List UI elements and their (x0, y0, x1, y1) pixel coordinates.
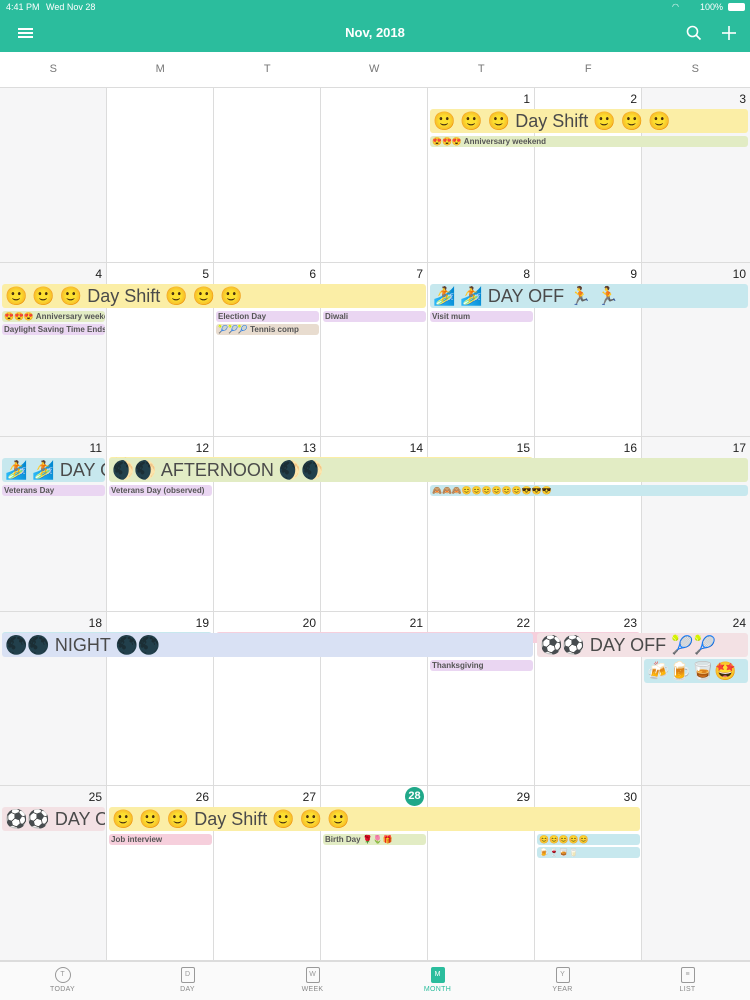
day-cell[interactable] (0, 88, 107, 263)
wifi-icon: ◠ (672, 2, 679, 11)
tab-label: MONTH (423, 986, 452, 993)
tab-label: DAY (180, 986, 195, 993)
day-number: 27 (302, 790, 316, 804)
event-bar[interactable]: 🍻🍺🥃🤩 (644, 659, 748, 683)
day-number: 8 (523, 267, 530, 281)
day-icon: D (180, 967, 195, 983)
year-icon: Y (555, 967, 570, 983)
today-icon: T (54, 967, 71, 983)
event-bar[interactable]: Birth Day 🌹🌷🎁 (323, 834, 426, 845)
day-cell[interactable] (642, 786, 750, 961)
event-bar[interactable]: Thanksgiving (430, 660, 533, 671)
status-time: 4:41 PM (6, 2, 40, 12)
weekday-label: W (369, 63, 380, 75)
event-bar[interactable]: 🎾🎾🎾 Tennis comp (216, 324, 319, 335)
today-date-badge: 28 (405, 787, 424, 806)
tab-label: WEEK (301, 986, 324, 993)
day-number: 9 (630, 267, 637, 281)
event-bar[interactable]: ⚽⚽ DAY OFF 🎾🎾 (2, 807, 105, 831)
tab-label: LIST (679, 986, 696, 993)
day-number: 24 (732, 616, 746, 630)
day-cell[interactable] (107, 88, 214, 263)
search-icon[interactable] (683, 22, 705, 44)
weekday-label: T (477, 63, 486, 75)
day-number: 18 (88, 616, 102, 630)
event-bar[interactable]: 🙈🙈🙈😊😊😊😊😊😊😎😎😎 (430, 485, 748, 496)
tab-today[interactable]: T TODAY (0, 962, 125, 1000)
tab-year[interactable]: Y YEAR (500, 962, 625, 1000)
day-number: 16 (623, 441, 637, 455)
day-number: 30 (623, 790, 637, 804)
day-number: 26 (195, 790, 209, 804)
plus-icon[interactable] (718, 22, 740, 44)
day-number: 7 (416, 267, 423, 281)
event-bar[interactable]: 😊😊😊😊😊 (537, 834, 640, 845)
nav-bar: Nov, 2018 (0, 14, 750, 52)
day-number: 29 (516, 790, 530, 804)
event-bar[interactable]: Job interview (109, 834, 212, 845)
day-number: 6 (309, 267, 316, 281)
day-number: 4 (95, 267, 102, 281)
day-cell[interactable] (214, 88, 321, 263)
tab-label: YEAR (552, 986, 573, 993)
event-bar[interactable]: ⚽⚽ DAY OFF 🎾🎾 (537, 633, 748, 657)
day-number: 20 (302, 616, 316, 630)
month-icon: M (430, 967, 445, 983)
day-number: 14 (409, 441, 423, 455)
weekday-label: F (584, 63, 593, 75)
weekday-label: M (155, 63, 166, 75)
event-bar[interactable]: 🌑🌑 NIGHT 🌑🌑 (2, 633, 533, 657)
event-bar[interactable]: 🌒🌒 AFTERNOON 🌒🌒 (109, 458, 748, 482)
day-number: 12 (195, 441, 209, 455)
day-number: 22 (516, 616, 530, 630)
tab-bar: T TODAY D DAY W WEEK M MONTH Y YEAR ≡ LIST (0, 961, 750, 1000)
week-icon: W (305, 967, 320, 983)
day-number: 3 (739, 92, 746, 106)
event-bar[interactable]: 🙂 🙂 🙂 Day Shift 🙂 🙂 🙂 (430, 109, 748, 133)
event-bar[interactable]: 🏄 🏄 DAY OFF 🏃 🏃 (430, 284, 748, 308)
day-number: 2 (630, 92, 637, 106)
event-bar[interactable]: Daylight Saving Time Ends (2, 324, 105, 335)
day-number: 23 (623, 616, 637, 630)
day-number: 17 (732, 441, 746, 455)
event-bar[interactable]: Visit mum (430, 311, 533, 322)
day-number: 15 (516, 441, 530, 455)
day-number: 25 (88, 790, 102, 804)
tab-list[interactable]: ≡ LIST (625, 962, 750, 1000)
event-bar[interactable]: 🙂 🙂 🙂 Day Shift 🙂 🙂 🙂 (2, 284, 426, 308)
event-bar[interactable]: Election Day (216, 311, 319, 322)
event-bar[interactable]: 🙂 🙂 🙂 Day Shift 🙂 🙂 🙂 (109, 807, 640, 831)
status-bar: 4:41 PM Wed Nov 28 ◠ 100% (0, 0, 750, 14)
day-number: 1 (523, 92, 530, 106)
weekday-header: SMTWTFS (0, 52, 750, 88)
day-number: 5 (202, 267, 209, 281)
weekday-label: T (263, 63, 272, 75)
event-bar[interactable]: Veterans Day (2, 485, 105, 496)
weekday-label: S (691, 63, 700, 75)
tab-label: TODAY (50, 986, 75, 993)
day-number: 13 (302, 441, 316, 455)
battery-icon (728, 3, 745, 11)
tab-month[interactable]: M MONTH (375, 962, 500, 1000)
day-number: 21 (409, 616, 423, 630)
event-bar[interactable]: 😍😍😍 Anniversary weekend (2, 311, 105, 322)
calendar-app: 4:41 PM Wed Nov 28 ◠ 100% Nov, 2018 S M T W… (0, 0, 750, 1000)
event-bar[interactable]: Veterans Day (observed) (109, 485, 212, 496)
day-number: 10 (732, 267, 746, 281)
list-icon: ≡ (680, 967, 695, 983)
event-bar[interactable]: 🍺🍷🥃🥛 (537, 847, 640, 858)
event-bar[interactable]: 🏄 🏄 DAY OFF 🏃 🏃 (2, 458, 105, 482)
day-number: 11 (89, 441, 102, 455)
battery-percent: 100% (700, 2, 724, 12)
month-title[interactable]: Nov, 2018 (0, 25, 750, 40)
tab-day[interactable]: D DAY (125, 962, 250, 1000)
weekday-label: S (49, 63, 58, 75)
status-date: Wed Nov 28 (46, 2, 96, 12)
month-grid: 1 2 3 4 5 6 7 8 9 10 11 12 13 14 15 16 17 18 19 20 21 22 23 24 2… (0, 88, 750, 961)
event-bar[interactable]: Diwali (323, 311, 426, 322)
event-bar[interactable]: 😍😍😍 Anniversary weekend (430, 136, 748, 147)
day-cell[interactable] (321, 88, 428, 263)
day-number: 19 (195, 616, 209, 630)
tab-week[interactable]: W WEEK (250, 962, 375, 1000)
